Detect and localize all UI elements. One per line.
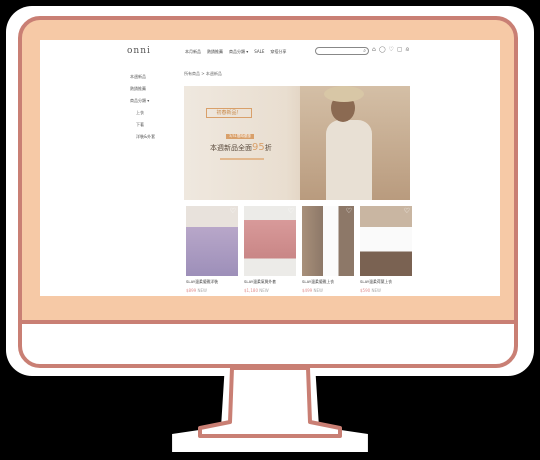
banner-headline: 本週新品全面95折 <box>210 142 272 153</box>
banner-tag: 初春新品！ <box>206 108 252 118</box>
heart-icon[interactable]: ♡ <box>346 207 352 215</box>
sidebar-item-bottoms[interactable]: 下著 <box>130 122 155 128</box>
price-value: $1,180 <box>244 288 258 293</box>
banner-chip: 3/31限時優惠 <box>226 134 254 139</box>
header-icons: ⌂ ◯ ♡ ▢ ⍝ <box>372 46 409 54</box>
monitor-chin <box>18 320 518 368</box>
sidebar-item-new[interactable]: 本週新品 <box>130 74 155 80</box>
bag-icon[interactable]: ▢ <box>397 46 403 54</box>
banner-discount-unit: 折 <box>264 144 272 152</box>
banner-headline-text: 本週新品全面 <box>210 144 252 152</box>
search-input[interactable]: ⌕ <box>315 47 369 55</box>
product-title[interactable]: SLAY溫柔荷葉上衣 <box>360 279 412 285</box>
product-image[interactable]: ♡ <box>360 206 412 276</box>
banner-discount: 95 <box>252 142 265 153</box>
heart-icon[interactable]: ♡ <box>404 207 410 215</box>
product-price: $499 NEW <box>302 288 354 293</box>
monitor-stand <box>198 366 342 438</box>
sidebar-item-category[interactable]: 商品分類 ▾ <box>130 98 155 104</box>
product-card[interactable]: ♡ SLAY溫柔優雅洋裝 $899 NEW <box>186 206 238 293</box>
sidebar-item-hot[interactable]: 熱銷推薦 <box>130 86 155 92</box>
product-grid: ♡ SLAY溫柔優雅洋裝 $899 NEW ♡ SLAY溫柔氣質外套 $1,18… <box>186 206 412 293</box>
price-note: NEW <box>371 288 381 293</box>
nav-item-hot[interactable]: 熱銷推薦 <box>207 49 223 55</box>
breadcrumb: 所有商品 > 本週新品 <box>184 71 222 76</box>
sidebar: 本週新品 熱銷推薦 商品分類 ▾ 上衣 下著 洋裝&外套 <box>130 74 155 146</box>
monitor-illustration: onni 本月新品 熱銷推薦 商品分類 ▾ SALE 穿搭分享 ⌕ ⌂ ◯ ♡ … <box>0 0 540 460</box>
product-image[interactable]: ♡ <box>186 206 238 276</box>
product-card[interactable]: ♡ SLAY溫柔荷葉上衣 $590 NEW <box>360 206 412 293</box>
product-card[interactable]: ♡ SLAY溫柔優雅上衣 $499 NEW <box>302 206 354 293</box>
person-icon[interactable]: ⍝ <box>406 46 410 54</box>
product-image[interactable]: ♡ <box>302 206 354 276</box>
product-price: $899 NEW <box>186 288 238 293</box>
price-value: $499 <box>302 288 313 293</box>
website-screen: onni 本月新品 熱銷推薦 商品分類 ▾ SALE 穿搭分享 ⌕ ⌂ ◯ ♡ … <box>40 40 500 296</box>
product-title[interactable]: SLAY溫柔優雅上衣 <box>302 279 354 285</box>
home-icon[interactable]: ⌂ <box>372 46 376 54</box>
product-title[interactable]: SLAY溫柔氣質外套 <box>244 279 296 285</box>
site-logo[interactable]: onni <box>127 46 151 56</box>
price-note: NEW <box>259 288 269 293</box>
banner-underline <box>220 158 264 160</box>
search-icon[interactable]: ⌕ <box>363 48 366 54</box>
nav-item-share[interactable]: 穿搭分享 <box>270 49 286 55</box>
main-nav: 本月新品 熱銷推薦 商品分類 ▾ SALE 穿搭分享 <box>185 49 286 55</box>
banner-model-body <box>326 120 372 200</box>
product-image[interactable]: ♡ <box>244 206 296 276</box>
price-note: NEW <box>197 288 207 293</box>
nav-item-sale[interactable]: SALE <box>254 49 264 55</box>
sidebar-item-tops[interactable]: 上衣 <box>130 110 155 116</box>
price-value: $899 <box>186 288 197 293</box>
heart-icon[interactable]: ♡ <box>288 207 294 215</box>
promo-banner[interactable]: 初春新品！ 3/31限時優惠 本週新品全面95折 <box>184 86 410 200</box>
banner-model-hat <box>324 86 364 102</box>
product-title[interactable]: SLAY溫柔優雅洋裝 <box>186 279 238 285</box>
price-value: $590 <box>360 288 371 293</box>
nav-item-category[interactable]: 商品分類 ▾ <box>229 49 248 55</box>
user-icon[interactable]: ◯ <box>379 46 386 54</box>
heart-icon[interactable]: ♡ <box>230 207 236 215</box>
product-price: $590 NEW <box>360 288 412 293</box>
heart-icon[interactable]: ♡ <box>389 46 394 54</box>
product-card[interactable]: ♡ SLAY溫柔氣質外套 $1,180 NEW <box>244 206 296 293</box>
nav-item-new[interactable]: 本月新品 <box>185 49 201 55</box>
product-price: $1,180 NEW <box>244 288 296 293</box>
sidebar-item-dresses[interactable]: 洋裝&外套 <box>130 134 155 140</box>
price-note: NEW <box>313 288 323 293</box>
